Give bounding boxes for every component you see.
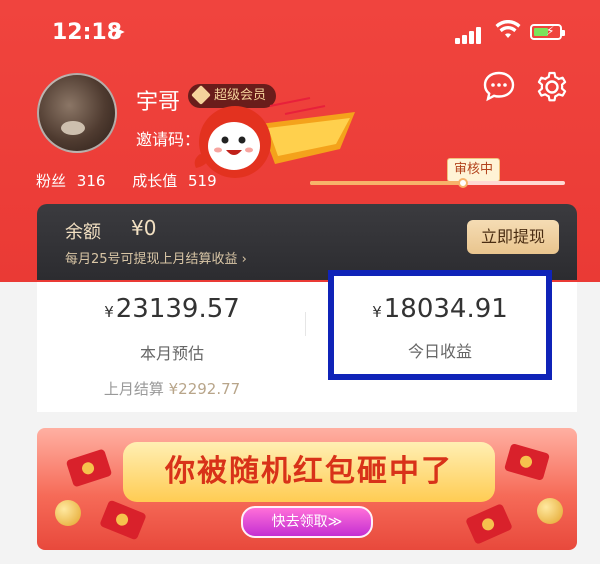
month-estimate-label: 本月预估 xyxy=(139,344,204,363)
withdraw-button[interactable]: 立即提现 xyxy=(467,220,559,254)
gold-coin-icon xyxy=(537,498,563,524)
claim-red-packet-button[interactable]: 快去领取≫ xyxy=(241,506,373,538)
username: 宇哥 xyxy=(136,90,181,115)
red-envelope-icon xyxy=(65,448,113,488)
balance-value: ¥0 xyxy=(131,216,157,240)
red-envelope-icon xyxy=(503,443,551,481)
growth-label: 成长值 xyxy=(132,172,178,190)
review-status-tag: 审核中 xyxy=(447,158,501,182)
message-icon[interactable] xyxy=(482,70,516,102)
avatar[interactable] xyxy=(37,73,117,153)
red-envelope-icon xyxy=(465,503,513,545)
today-earnings-label: 今日收益 xyxy=(407,342,472,361)
settings-gear-icon[interactable] xyxy=(535,70,569,104)
withdraw-rule-link[interactable]: 每月25号可提现上月结算收益 › xyxy=(65,248,247,267)
today-earnings-highlight[interactable]: ¥18034.91 今日收益 xyxy=(328,270,552,380)
today-earnings-amount: ¥18034.91 xyxy=(334,294,546,324)
growth-progress-bar xyxy=(310,178,565,188)
column-divider xyxy=(305,312,306,336)
currency-symbol: ¥ xyxy=(372,303,382,321)
profile-header: 12:18 ➤ ⚡ 宇哥 超级会员 邀请码： 粉丝 316 成长值 519 审核… xyxy=(0,0,600,282)
location-arrow-icon: ➤ xyxy=(112,22,126,41)
growth-progress-fill xyxy=(310,181,463,185)
red-envelope-icon xyxy=(99,499,147,541)
growth-progress-handle xyxy=(458,178,468,188)
last-month-label: 上月结算 xyxy=(103,380,164,398)
battery-icon: ⚡ xyxy=(530,24,565,40)
status-bar: 12:18 ➤ ⚡ xyxy=(0,0,600,60)
month-estimate-value: 23139.57 xyxy=(115,294,240,324)
red-packet-banner[interactable]: 你被随机红包砸中了 快去领取≫ xyxy=(37,428,577,550)
last-month-value: ¥2292.77 xyxy=(168,380,241,398)
cellular-signal-icon xyxy=(455,26,485,44)
wifi-icon xyxy=(495,20,521,38)
balance-label: 余额 xyxy=(65,222,101,243)
banner-title: 你被随机红包砸中了 xyxy=(165,454,453,489)
month-estimate-column[interactable]: ¥23139.57 本月预估 上月结算 ¥2292.77 xyxy=(37,282,307,412)
balance-card: 余额 ¥0 每月25号可提现上月结算收益 › 立即提现 xyxy=(37,204,577,280)
currency-symbol: ¥ xyxy=(104,303,114,321)
mascot-illustration xyxy=(194,97,355,178)
month-estimate-amount: ¥23139.57 xyxy=(37,294,307,324)
fans-value: 316 xyxy=(76,172,106,190)
fans-label: 粉丝 xyxy=(36,172,67,190)
today-earnings-value: 18034.91 xyxy=(383,294,508,324)
gold-coin-icon xyxy=(55,500,81,526)
last-month-settlement: 上月结算 ¥2292.77 xyxy=(37,378,307,399)
